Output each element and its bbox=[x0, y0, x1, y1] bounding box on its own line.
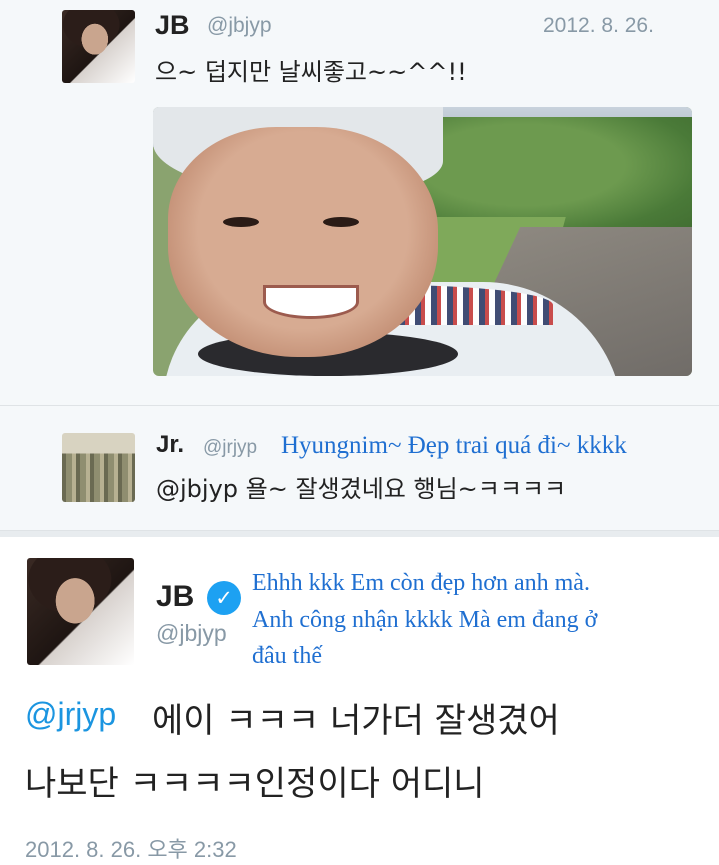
avatar[interactable] bbox=[62, 10, 135, 83]
user-handle[interactable]: @jbjyp bbox=[207, 14, 272, 38]
photo-eye-left bbox=[223, 217, 259, 227]
tweet-text-line: 에이 ㅋㅋㅋ 너가더 잘생겼어 bbox=[152, 701, 560, 741]
translation-note: Hyungnim~ Đẹp trai quá đi~ kkkk bbox=[281, 432, 627, 459]
tweet-timestamp[interactable]: 2012. 8. 26. 오후 2:32 bbox=[25, 832, 237, 864]
mention-link[interactable]: @jrjyp bbox=[25, 696, 116, 733]
tweet-text-line: 나보단 ㅋㅋㅋㅋ인정이다 어디니 bbox=[25, 764, 485, 804]
tweet-text: @jbjyp 욜~ 잘생겼네요 행님~ㅋㅋㅋㅋ bbox=[156, 475, 567, 503]
user-name[interactable]: JB bbox=[155, 10, 190, 41]
user-handle[interactable]: @jbjyp bbox=[156, 620, 227, 647]
translation-note-line: Ehhh kkk Em còn đẹp hơn anh mà. bbox=[252, 570, 590, 596]
tweet-photo[interactable] bbox=[153, 107, 692, 376]
tweet-text: 으~ 덥지만 날씨좋고~~^^!! bbox=[155, 58, 467, 86]
translation-note-line: đâu thế bbox=[252, 643, 322, 669]
photo-eye-right bbox=[323, 217, 359, 227]
photo-smile bbox=[263, 285, 359, 319]
tweet-date[interactable]: 2012. 8. 26. bbox=[543, 14, 654, 38]
user-name[interactable]: JB bbox=[156, 580, 194, 614]
avatar[interactable] bbox=[62, 433, 135, 502]
translation-note-line: Anh công nhận kkkk Mà em đang ở bbox=[252, 607, 598, 633]
user-handle[interactable]: @jrjyp bbox=[203, 437, 257, 459]
user-name[interactable]: Jr. bbox=[156, 431, 184, 459]
verified-badge-icon: ✓ bbox=[207, 581, 241, 615]
avatar[interactable] bbox=[27, 558, 134, 665]
photo-face bbox=[168, 127, 438, 357]
